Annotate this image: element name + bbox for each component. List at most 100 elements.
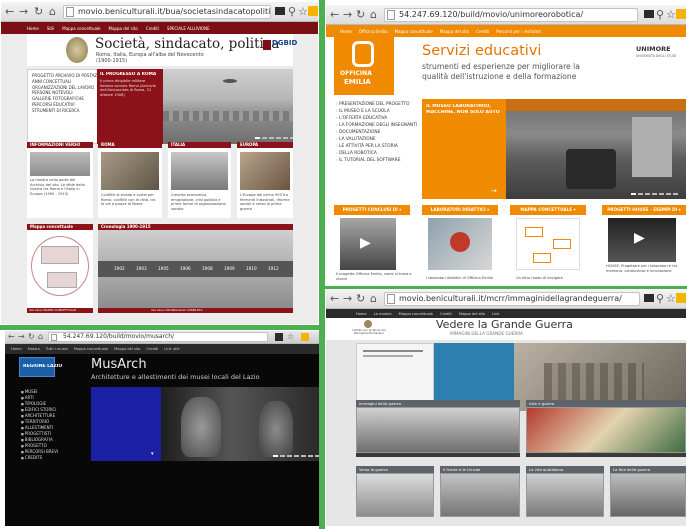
- play-icon[interactable]: ▶: [360, 235, 371, 251]
- zoom-icon[interactable]: ⚲: [656, 292, 664, 305]
- forward-icon[interactable]: →: [19, 5, 28, 18]
- timeline-year[interactable]: 1905: [158, 266, 169, 271]
- zoom-icon[interactable]: ⚲: [288, 5, 296, 18]
- flag-icon[interactable]: [275, 7, 285, 15]
- lab-thumbnail[interactable]: [428, 218, 492, 270]
- timeline-year[interactable]: 1903: [136, 266, 147, 271]
- address-bar[interactable]: movio.beniculturali.it/bua/societasindac…: [63, 5, 271, 19]
- forward-icon[interactable]: →: [343, 292, 352, 305]
- reload-icon[interactable]: ↻: [34, 5, 43, 18]
- address-bar[interactable]: 54.247.69.120/build/movio/unimoreoroboti…: [384, 8, 638, 22]
- home-icon[interactable]: ⌂: [370, 8, 377, 21]
- address-bar[interactable]: 54.247.69.120/build/movio/musarch/: [48, 332, 268, 342]
- nav-concept-map[interactable]: Mappa concettuale: [395, 29, 433, 34]
- concept-map-link[interactable]: VAI ALLA MAPPA CONCETTUALE: [29, 308, 76, 313]
- feature-box[interactable]: ▾: [91, 387, 161, 461]
- star-icon[interactable]: ☆: [666, 292, 676, 305]
- back-icon[interactable]: ←: [330, 8, 339, 21]
- address-bar[interactable]: movio.beniculturali.it/mcrr/immaginidell…: [384, 292, 640, 306]
- section-photo[interactable]: [440, 473, 520, 517]
- timeline-year[interactable]: 1906: [180, 266, 191, 271]
- nav-sitemap[interactable]: Mappa del sito: [440, 29, 469, 34]
- extension-icon[interactable]: [676, 293, 686, 303]
- forward-icon[interactable]: →: [18, 331, 25, 343]
- home-icon[interactable]: ⌂: [38, 331, 43, 343]
- block-header[interactable]: LABORATORI DIDATTICI: [422, 205, 498, 215]
- reload-icon[interactable]: ↻: [356, 8, 365, 21]
- section-photo[interactable]: [356, 407, 520, 453]
- slider-dots[interactable]: [273, 455, 319, 457]
- timeline-year[interactable]: 1908: [202, 266, 213, 271]
- nav-speciale[interactable]: SPECIALE ALLUVIONE: [167, 26, 210, 31]
- extension-icon[interactable]: [308, 6, 318, 16]
- menu-item[interactable]: IL TUTORIAL DEL SOFTWARE: [336, 157, 420, 164]
- nav-percorsi[interactable]: Percorsi per i visitatori: [496, 29, 541, 34]
- block-header[interactable]: MAPPA CONCETTUALE: [510, 205, 586, 215]
- nav-concept-map[interactable]: Mappa concettuale: [399, 312, 433, 316]
- nav-credits[interactable]: Crediti: [440, 312, 452, 316]
- menu-item[interactable]: L'OFFERTA EDUCATIVA: [336, 115, 420, 122]
- nav-mostra[interactable]: Mostra: [28, 347, 40, 351]
- section-photo[interactable]: [356, 473, 434, 517]
- flag-icon[interactable]: [644, 294, 654, 302]
- home-icon[interactable]: ⌂: [370, 292, 377, 305]
- menu-item[interactable]: LA VALUTAZIONE: [336, 136, 420, 143]
- nav-concept-map[interactable]: Mappa concettuale: [62, 26, 100, 31]
- reload-icon[interactable]: ↻: [356, 292, 365, 305]
- nav-musei[interactable]: Tutti i musei: [46, 347, 68, 351]
- arrow-right-icon[interactable]: →: [491, 187, 497, 195]
- timeline-year[interactable]: 1902: [114, 266, 125, 271]
- flag-icon[interactable]: [275, 333, 283, 341]
- nav-sitemap[interactable]: Mappa del sito: [459, 312, 485, 316]
- nav-home[interactable]: Home: [340, 29, 352, 34]
- timeline-year[interactable]: 1912: [268, 266, 279, 271]
- section-header[interactable]: Arte e guerra: [526, 400, 686, 407]
- slider-dots[interactable]: [631, 193, 678, 195]
- timeline-year[interactable]: 1910: [246, 266, 257, 271]
- forward-icon[interactable]: →: [343, 8, 352, 21]
- home-icon[interactable]: ⌂: [49, 5, 56, 18]
- back-icon[interactable]: ←: [330, 292, 339, 305]
- menu-item[interactable]: DOCUMENTAZIONE: [336, 129, 420, 136]
- video-thumbnail[interactable]: ▶: [608, 218, 676, 262]
- concept-map-thumbnail[interactable]: [516, 218, 580, 270]
- reload-icon[interactable]: ↻: [28, 331, 35, 343]
- timeline-link[interactable]: VAI ALLA CRONOLOGIA COMPLETA: [151, 308, 203, 313]
- section-header[interactable]: La fine della guerra: [610, 466, 686, 473]
- menu-item[interactable]: PRESENTAZIONE DEL PROGETTO: [336, 101, 420, 108]
- nav-home[interactable]: Home: [27, 26, 39, 31]
- nav-credits[interactable]: Crediti: [146, 26, 159, 31]
- play-icon[interactable]: ▶: [634, 230, 645, 246]
- extension-icon[interactable]: [301, 333, 309, 341]
- section-header[interactable]: Il fronte e le trincee: [440, 466, 520, 473]
- nav-credits[interactable]: Crediti: [146, 347, 158, 351]
- section-header[interactable]: Verso la guerra: [356, 466, 434, 473]
- nav-sitemap[interactable]: Mappa del sito: [114, 347, 140, 351]
- slider-dots[interactable]: [255, 137, 293, 139]
- flag-icon[interactable]: [644, 10, 654, 18]
- nav-stili[interactable]: Stili: [47, 26, 54, 31]
- nav-credits[interactable]: Crediti: [476, 29, 489, 34]
- section-photo[interactable]: [526, 407, 686, 453]
- star-icon[interactable]: ☆: [666, 8, 676, 21]
- star-icon[interactable]: ☆: [287, 331, 294, 343]
- chevron-down-icon[interactable]: ▾: [151, 451, 154, 457]
- menu-item[interactable]: LA FORMAZIONE DEGLI INSEGNANTI: [336, 122, 420, 129]
- menu-item[interactable]: LE ATTIVITÀ PER LA STORIA: [336, 143, 420, 150]
- nav-links[interactable]: Link utili: [164, 347, 179, 351]
- menu-item[interactable]: IL MUSEO E LA SCUOLA: [336, 108, 420, 115]
- section-header[interactable]: La vita quotidiana: [526, 466, 604, 473]
- section-photo[interactable]: [610, 473, 686, 517]
- nav-sitemap[interactable]: Mappa del sito: [109, 26, 138, 31]
- back-icon[interactable]: ←: [5, 5, 14, 18]
- block-header[interactable]: PROGETTI HOUSE - ESEMPI DI: [602, 205, 686, 215]
- section-photo[interactable]: [526, 473, 604, 517]
- nav-concept-map[interactable]: Mappa concettuale: [74, 347, 108, 351]
- nav-mostra[interactable]: La mostra: [374, 312, 392, 316]
- nav-home[interactable]: Home: [356, 312, 367, 316]
- block-header[interactable]: PROGETTI CONCLUSI DI: [334, 205, 410, 215]
- video-thumbnail[interactable]: ▶: [340, 218, 396, 270]
- menu-item[interactable]: CREDITS: [21, 455, 87, 461]
- menu-item[interactable]: DELLA ROBOTICA: [336, 150, 420, 157]
- nav-home[interactable]: Home: [11, 347, 22, 351]
